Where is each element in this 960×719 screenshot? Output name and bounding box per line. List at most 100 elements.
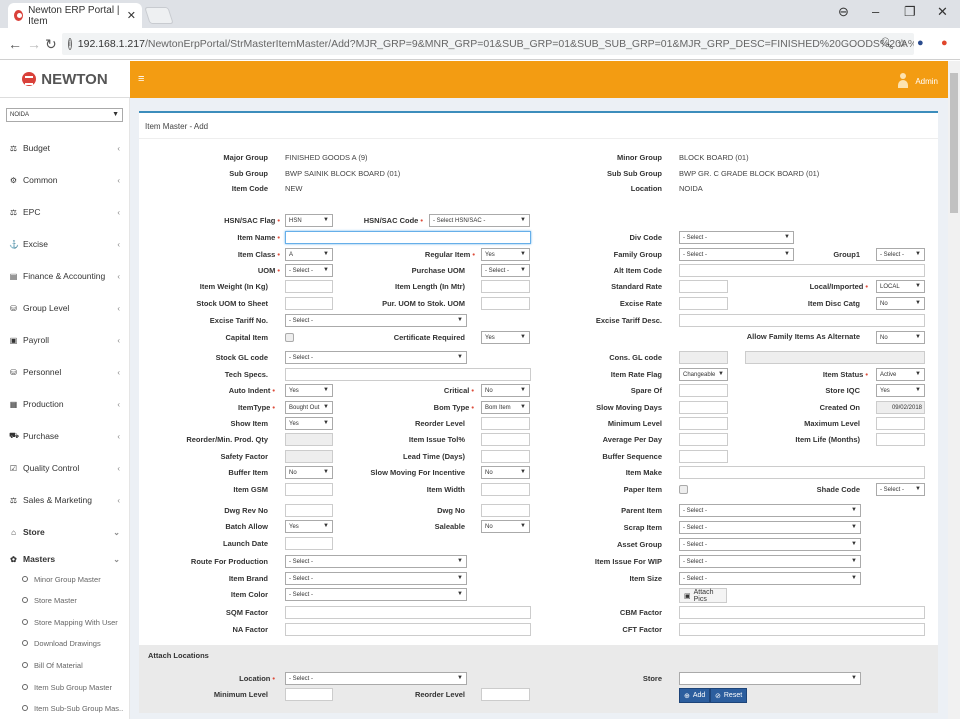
batch-allow-select[interactable]: Yes — [285, 520, 333, 533]
extension-icon[interactable]: ● — [917, 37, 924, 49]
reorder-level-input[interactable] — [481, 417, 530, 430]
regular-item-select[interactable]: Yes — [481, 248, 530, 261]
item-make-input[interactable] — [679, 466, 925, 479]
browser-tab[interactable]: Newton ERP Portal | Item ✕ — [8, 3, 142, 28]
sidebar-item-payroll[interactable]: ▣ Payroll ‹ — [0, 330, 130, 350]
maximize-icon[interactable]: ❐ — [904, 4, 916, 20]
asset-group-select[interactable]: - Select - — [679, 538, 861, 551]
item-rate-flag-select[interactable]: Changeable — [679, 368, 728, 381]
scrollbar-thumb[interactable] — [950, 73, 958, 213]
route-production-select[interactable]: - Select - — [285, 555, 467, 568]
safety-factor-input[interactable] — [285, 450, 333, 463]
sidebar-subitem[interactable]: Store Mapping With User — [0, 613, 130, 631]
attach-location-select[interactable]: - Select - — [285, 672, 467, 685]
reset-button[interactable]: ⊘ Reset — [710, 688, 748, 703]
url-field[interactable]: i 192.168.1.217/NewtonErpPortal/StrMaste… — [62, 33, 914, 55]
profile-icon[interactable]: ⊖ — [838, 4, 849, 20]
minimize-icon[interactable]: – — [872, 4, 879, 19]
item-name-input[interactable] — [285, 231, 531, 244]
buffer-sequence-input[interactable] — [679, 450, 728, 463]
sidebar-item-store[interactable]: ⌂ Store ⌄ — [0, 522, 130, 542]
attach-reorder-level-input[interactable] — [481, 688, 530, 701]
store-iqc-select[interactable]: Yes — [876, 384, 925, 397]
show-item-select[interactable]: Yes — [285, 417, 333, 430]
sqm-factor-input[interactable] — [285, 606, 531, 619]
parent-item-select[interactable]: - Select - — [679, 504, 861, 517]
hsn-code-select[interactable]: - Select HSN/SAC - — [429, 214, 530, 227]
cons-gl-input[interactable] — [679, 351, 728, 364]
sidebar-item-excise[interactable]: ⚓ Excise ‹ — [0, 234, 130, 254]
sidebar-item-purchase[interactable]: ⛟ Purchase ‹ — [0, 426, 130, 446]
cft-factor-input[interactable] — [679, 623, 925, 636]
family-group-select[interactable]: - Select - — [679, 248, 794, 261]
menu-toggle-icon[interactable]: ≡ — [138, 73, 144, 85]
reorder-min-qty-input[interactable] — [285, 433, 333, 446]
close-tab-icon[interactable]: ✕ — [127, 9, 136, 22]
sidebar-subitem[interactable]: Download Drawings — [0, 634, 130, 652]
attach-pics-button[interactable]: ▣ Attach Pics — [679, 588, 727, 603]
auto-indent-select[interactable]: Yes — [285, 384, 333, 397]
item-width-input[interactable] — [481, 483, 530, 496]
branch-select[interactable]: NOIDA ▼ — [6, 108, 123, 122]
item-size-select[interactable]: - Select - — [679, 572, 861, 585]
scrap-item-select[interactable]: - Select - — [679, 521, 861, 534]
purchase-uom-select[interactable]: - Select - — [481, 264, 530, 277]
item-color-select[interactable]: - Select - — [285, 588, 467, 601]
site-info-icon[interactable]: i — [68, 38, 72, 50]
buffer-item-select[interactable]: No — [285, 466, 333, 479]
excise-rate-input[interactable] — [679, 297, 728, 310]
saleable-select[interactable]: No — [481, 520, 530, 533]
group1-select[interactable]: - Select - — [876, 248, 925, 261]
item-length-input[interactable] — [481, 280, 530, 293]
div-code-select[interactable]: - Select - — [679, 231, 794, 244]
sidebar-subitem[interactable]: Store Master — [0, 591, 130, 609]
sidebar-item-budget[interactable]: ⚖ Budget ‹ — [0, 138, 130, 158]
item-weight-input[interactable] — [285, 280, 333, 293]
local-imported-select[interactable]: LOCAL — [876, 280, 925, 293]
stock-gl-select[interactable]: - Select - — [285, 351, 467, 364]
lead-time-input[interactable] — [481, 450, 530, 463]
sidebar-item-finance-accounting[interactable]: ▤ Finance & Accounting ‹ — [0, 266, 130, 286]
excise-tariff-select[interactable]: - Select - — [285, 314, 467, 327]
certificate-required-select[interactable]: Yes — [481, 331, 530, 344]
sidebar-item-masters[interactable]: ✿ Masters ⌄ — [0, 549, 130, 569]
extension-icon[interactable]: ● — [941, 37, 948, 49]
dwg-no-input[interactable] — [481, 504, 530, 517]
cbm-factor-input[interactable] — [679, 606, 925, 619]
hsn-flag-select[interactable]: HSN — [285, 214, 333, 227]
bookmark-star-icon[interactable]: ☆ — [897, 37, 907, 50]
sidebar-item-epc[interactable]: ⚖ EPC ‹ — [0, 202, 130, 222]
sidebar-item-personnel[interactable]: ⛁ Personnel ‹ — [0, 362, 130, 382]
user-menu[interactable]: Admin — [897, 73, 938, 89]
sidebar-item-common[interactable]: ⚙ Common ‹ — [0, 170, 130, 190]
alt-item-code-input[interactable] — [679, 264, 925, 277]
bom-type-select[interactable]: Bom Item — [481, 401, 530, 414]
add-button[interactable]: ⊕ Add — [679, 688, 711, 703]
attach-minimum-level-input[interactable] — [285, 688, 333, 701]
slow-moving-incentive-select[interactable]: No — [481, 466, 530, 479]
sidebar-item-quality-control[interactable]: ☑ Quality Control ‹ — [0, 458, 130, 478]
forward-icon[interactable]: → — [27, 36, 41, 52]
critical-select[interactable]: No — [481, 384, 530, 397]
sidebar-item-sales-marketing[interactable]: ⚖ Sales & Marketing ‹ — [0, 490, 130, 510]
minimum-level-input[interactable] — [679, 417, 728, 430]
excise-tariff-desc-input[interactable] — [679, 314, 925, 327]
capital-item-checkbox[interactable] — [285, 333, 294, 342]
average-per-day-input[interactable] — [679, 433, 728, 446]
na-factor-input[interactable] — [285, 623, 531, 636]
item-status-select[interactable]: Active — [876, 368, 925, 381]
dwg-rev-no-input[interactable] — [285, 504, 333, 517]
item-issue-wip-select[interactable]: - Select - — [679, 555, 861, 568]
attach-store-select[interactable] — [679, 672, 861, 685]
sidebar-subitem[interactable]: Bill Of Material — [0, 656, 130, 674]
item-class-select[interactable]: A — [285, 248, 333, 261]
uom-select[interactable]: - Select - — [285, 264, 333, 277]
sidebar-subitem[interactable]: Item Sub Group Master — [0, 678, 130, 696]
launch-date-input[interactable] — [285, 537, 333, 550]
stock-uom-sheet-input[interactable] — [285, 297, 333, 310]
item-life-input[interactable] — [876, 433, 925, 446]
back-icon[interactable]: ← — [8, 36, 22, 52]
pur-uom-stok-input[interactable] — [481, 297, 530, 310]
new-tab-button[interactable] — [144, 7, 174, 24]
maximum-level-input[interactable] — [876, 417, 925, 430]
